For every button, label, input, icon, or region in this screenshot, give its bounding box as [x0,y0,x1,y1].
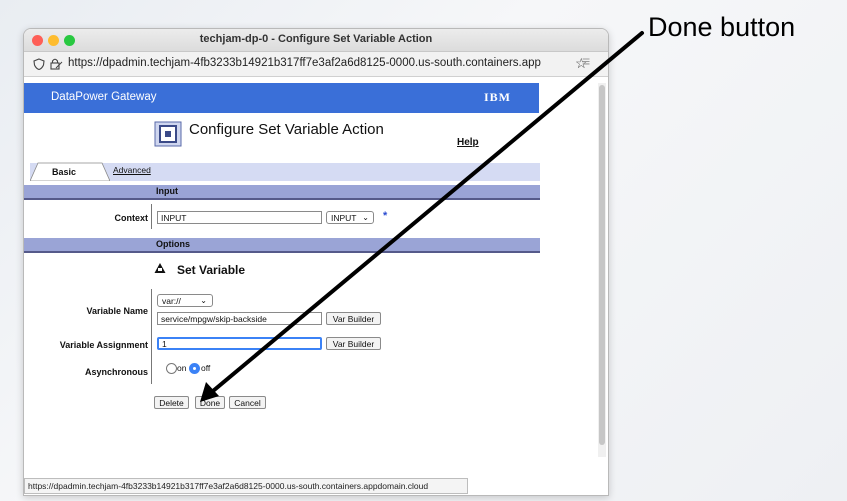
annotation-arrow [200,31,644,402]
